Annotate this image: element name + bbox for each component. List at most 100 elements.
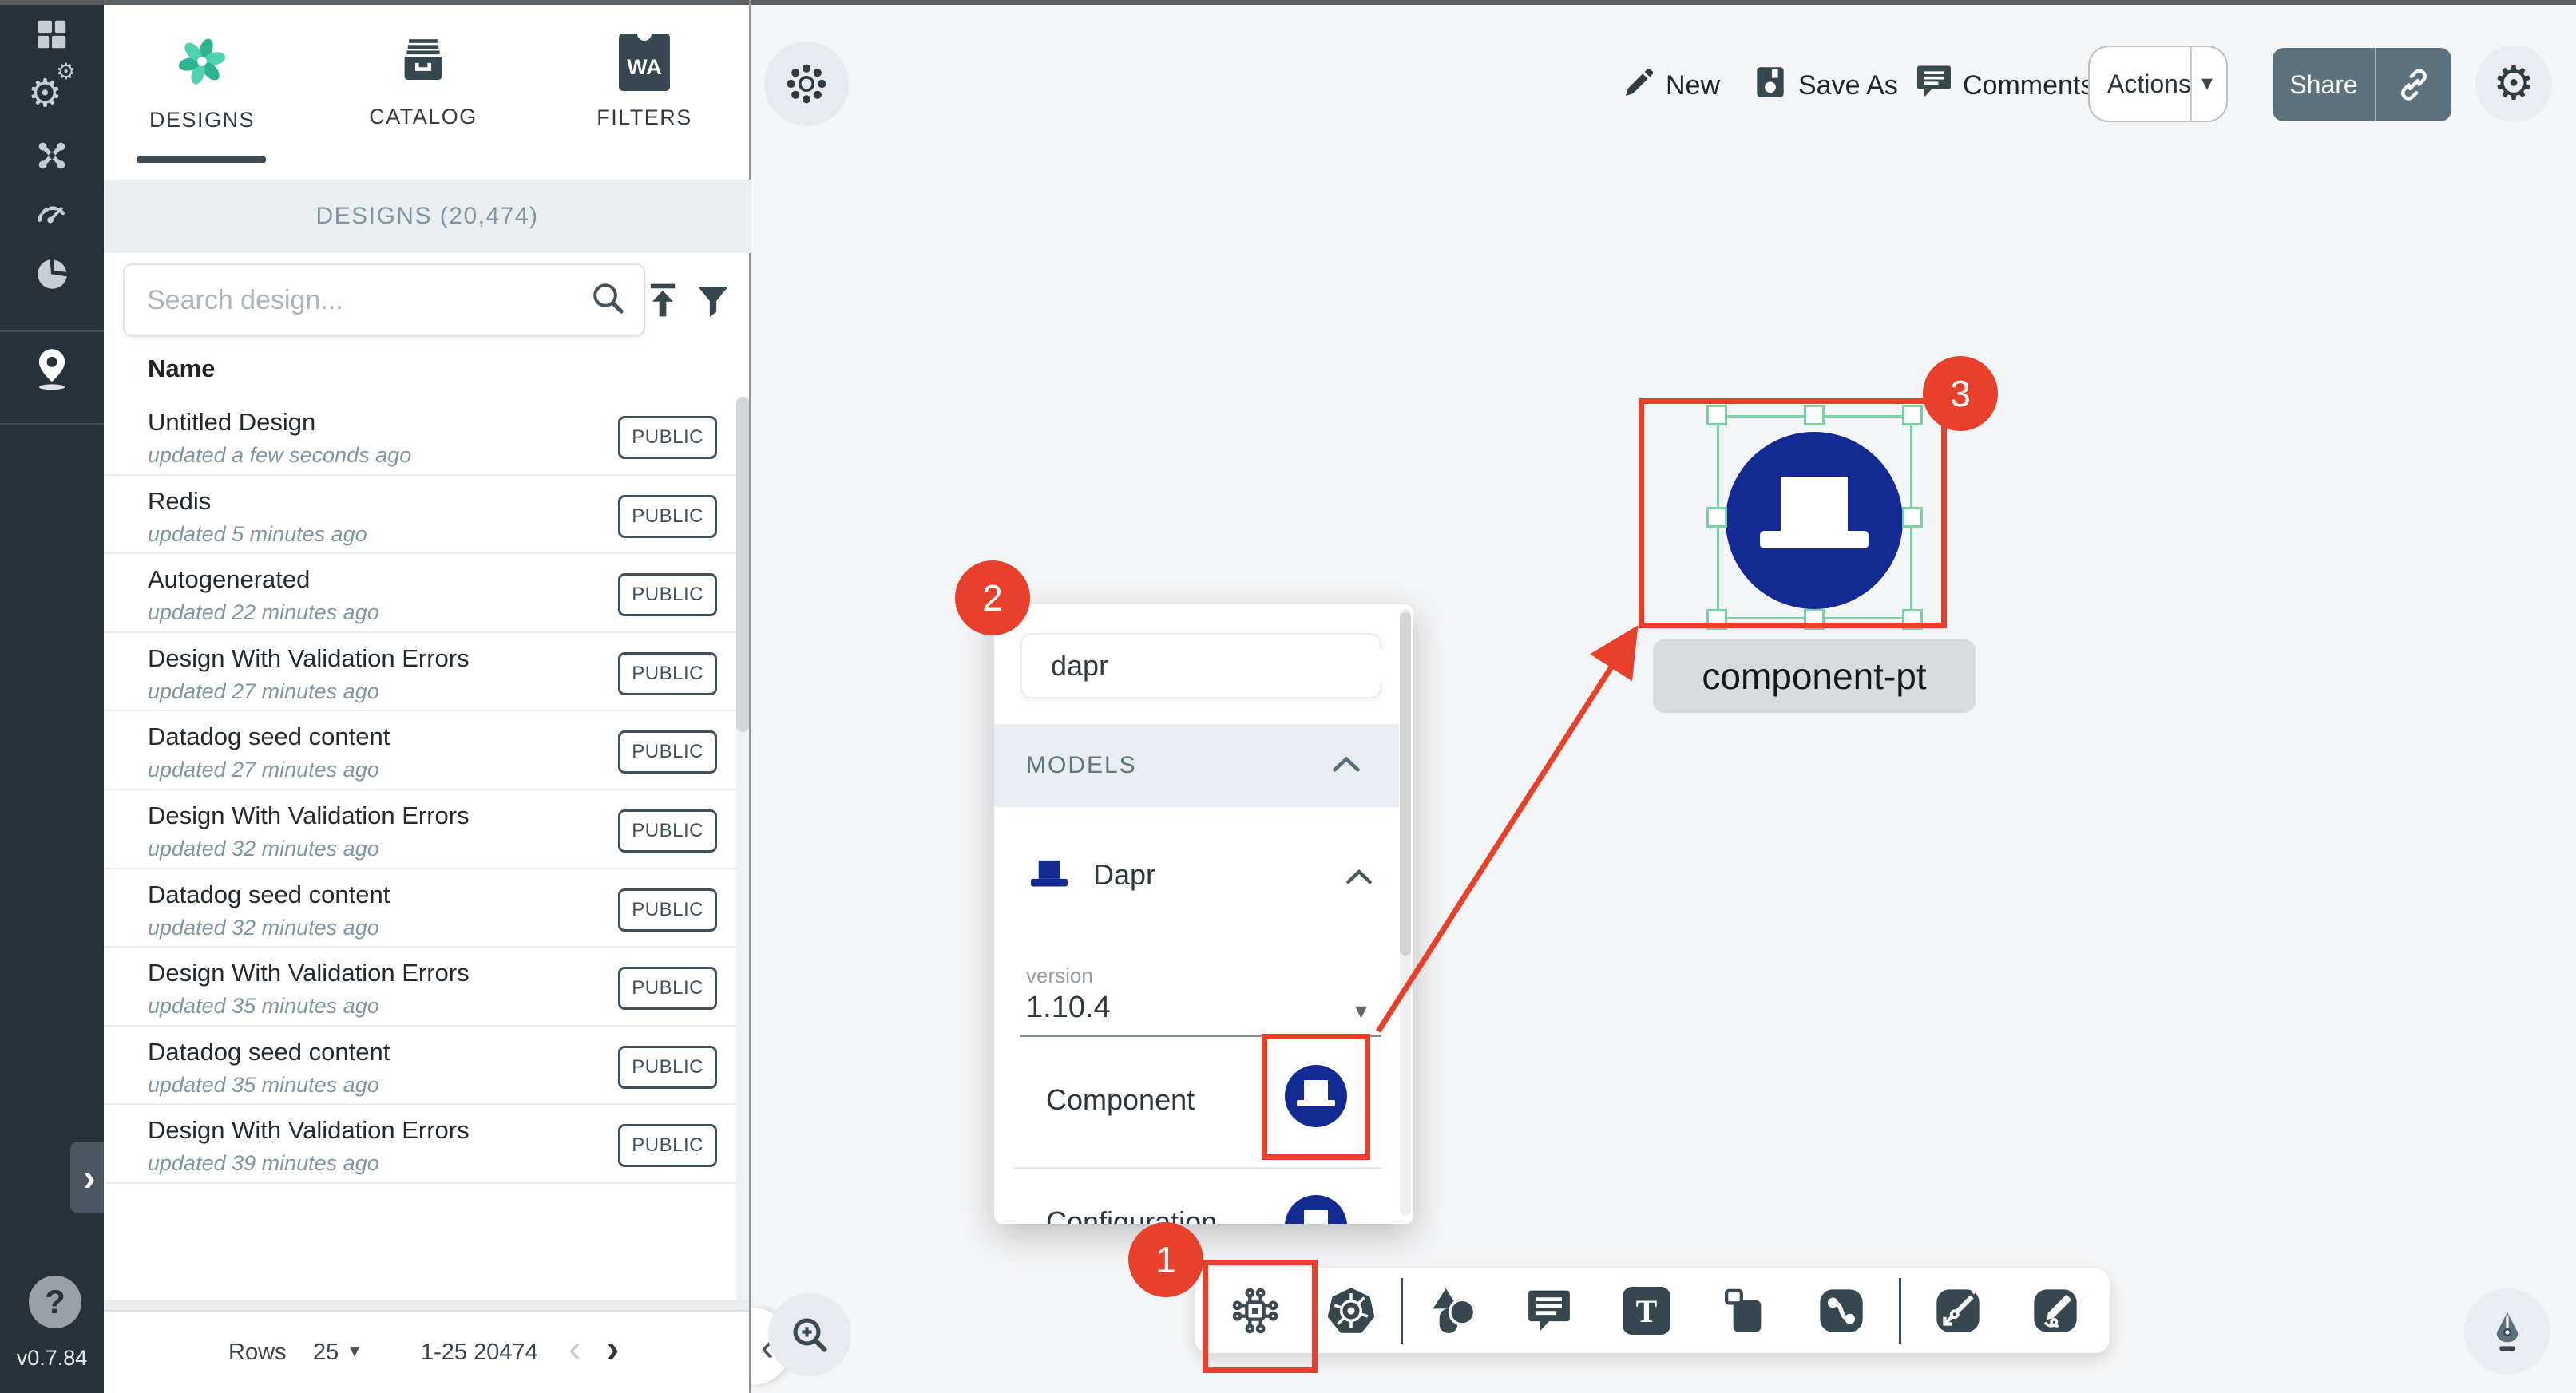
configuration-item-row[interactable]: Configuration bbox=[994, 1167, 1399, 1224]
search-icon[interactable] bbox=[589, 279, 628, 322]
shapes-tool-icon[interactable] bbox=[1428, 1285, 1479, 1336]
toolbar-divider bbox=[1899, 1278, 1901, 1344]
toolbox-icon[interactable] bbox=[0, 137, 104, 174]
models-section-label: MODELS bbox=[1026, 752, 1137, 779]
rows-per-page-caret-icon[interactable]: ▾ bbox=[350, 1340, 359, 1363]
designs-count-header: DESIGNS (20,474) bbox=[104, 180, 751, 253]
help-icon: ? bbox=[45, 1283, 65, 1321]
design-list-item[interactable]: Autogenerated updated 22 minutes ago PUB… bbox=[104, 554, 738, 633]
list-scrollbar-thumb[interactable] bbox=[736, 397, 749, 732]
text-tool-icon[interactable]: T bbox=[1621, 1285, 1672, 1336]
model-row-dapr[interactable]: Dapr bbox=[1026, 857, 1155, 893]
new-icon[interactable] bbox=[1619, 64, 1658, 106]
annotation-box-toolbar bbox=[1203, 1260, 1318, 1373]
column-header-name: Name bbox=[148, 354, 215, 383]
app-version: v0.7.84 bbox=[0, 1346, 104, 1371]
save-as-button[interactable]: Save As bbox=[1798, 70, 1898, 101]
design-list-item[interactable]: Datadog seed content updated 32 minutes … bbox=[104, 869, 738, 948]
configuration-item-label: Configuration bbox=[1046, 1205, 1217, 1224]
design-list-item[interactable]: Datadog seed content updated 35 minutes … bbox=[104, 1027, 738, 1106]
upload-design-icon[interactable] bbox=[642, 279, 684, 325]
draw-edge-tool-icon[interactable] bbox=[1932, 1285, 1984, 1336]
visibility-badge: PUBLIC bbox=[618, 1046, 717, 1089]
rows-per-page-value[interactable]: 25 bbox=[313, 1340, 339, 1366]
new-button[interactable]: New bbox=[1666, 70, 1720, 101]
tab-designs[interactable]: DESIGNS bbox=[122, 34, 282, 133]
models-section-header[interactable]: MODELS bbox=[994, 724, 1399, 807]
actions-button[interactable]: Actions ▾ bbox=[2088, 46, 2228, 122]
freehand-draw-tool-icon[interactable] bbox=[2030, 1285, 2081, 1336]
tab-catalog[interactable]: CATALOG bbox=[343, 34, 503, 129]
design-list-item[interactable]: Untitled Design updated a few seconds ag… bbox=[104, 397, 738, 476]
note-tool-icon[interactable] bbox=[1718, 1285, 1770, 1336]
dapr-model-icon bbox=[1026, 857, 1072, 893]
rows-per-page-label: Rows bbox=[228, 1340, 287, 1366]
design-list-item[interactable]: Datadog seed content updated 27 minutes … bbox=[104, 711, 738, 790]
save-as-icon[interactable] bbox=[1750, 62, 1790, 106]
dapr-configuration-icon[interactable] bbox=[1285, 1195, 1347, 1224]
modal-search-box[interactable]: ✕ bbox=[1020, 633, 1381, 698]
design-search-box[interactable] bbox=[123, 263, 645, 337]
gear-icon: ⚙ bbox=[2493, 61, 2534, 107]
app-rail: ⚙⚙ › ? v0.7.84 bbox=[0, 5, 104, 1393]
design-list-item[interactable]: Design With Validation Errors updated 32… bbox=[104, 790, 738, 869]
design-list-item[interactable]: Design With Validation Errors updated 27… bbox=[104, 633, 738, 712]
kubernetes-tool-icon[interactable] bbox=[1326, 1285, 1377, 1336]
previous-page-icon[interactable]: ‹ bbox=[569, 1327, 581, 1370]
designs-list: Untitled Design updated a few seconds ag… bbox=[104, 397, 738, 1184]
kanvas-dots-button[interactable] bbox=[764, 42, 849, 126]
performance-gauge-icon[interactable] bbox=[0, 195, 104, 232]
comments-icon[interactable] bbox=[1913, 61, 1955, 106]
actions-label: Actions bbox=[2107, 69, 2191, 99]
design-list-item[interactable]: Redis updated 5 minutes ago PUBLIC bbox=[104, 476, 738, 555]
share-label: Share bbox=[2273, 70, 2375, 100]
design-search-input[interactable] bbox=[147, 285, 589, 316]
tab-catalog-label: CATALOG bbox=[369, 105, 478, 129]
pen-nib-icon bbox=[2484, 1308, 2530, 1355]
toolbar-divider bbox=[1401, 1278, 1403, 1344]
pie-chart-icon[interactable] bbox=[0, 255, 104, 294]
annotation-arrow bbox=[1349, 599, 1685, 1078]
comment-tool-icon[interactable] bbox=[1524, 1285, 1575, 1336]
model-name: Dapr bbox=[1093, 858, 1155, 892]
design-list-item[interactable]: Design With Validation Errors updated 35… bbox=[104, 948, 738, 1027]
dashboard-icon[interactable] bbox=[0, 16, 104, 53]
share-button[interactable]: Share bbox=[2273, 48, 2451, 121]
panel-gap-strip bbox=[104, 1300, 749, 1310]
visibility-badge: PUBLIC bbox=[618, 1124, 717, 1167]
wasm-badge-icon: WA bbox=[619, 34, 670, 91]
tab-filters[interactable]: WA FILTERS bbox=[565, 34, 724, 130]
visibility-badge: PUBLIC bbox=[618, 416, 717, 459]
tab-designs-label: DESIGNS bbox=[149, 108, 255, 133]
version-field-label: version bbox=[1026, 964, 1093, 988]
actions-caret-icon[interactable]: ▾ bbox=[2201, 69, 2213, 96]
filter-funnel-icon[interactable] bbox=[693, 281, 733, 325]
meshery-swirl-icon bbox=[174, 34, 230, 93]
visibility-badge: PUBLIC bbox=[618, 888, 717, 932]
design-pen-button[interactable] bbox=[2464, 1288, 2550, 1375]
version-select-value[interactable]: 1.10.4 bbox=[1026, 991, 1111, 1025]
zoom-in-button[interactable] bbox=[768, 1293, 851, 1376]
annotation-step-1: 1 bbox=[1128, 1222, 1203, 1297]
catalog-archive-icon bbox=[397, 34, 450, 90]
sidebar-expand-handle[interactable]: › bbox=[70, 1142, 109, 1213]
relationship-tool-icon[interactable] bbox=[1816, 1285, 1867, 1336]
help-button[interactable]: ? bbox=[29, 1276, 81, 1328]
node-label[interactable]: component-pt bbox=[1653, 639, 1976, 713]
copy-link-icon[interactable] bbox=[2376, 66, 2451, 103]
wa-label: WA bbox=[627, 55, 662, 80]
design-list-item[interactable]: Design With Validation Errors updated 39… bbox=[104, 1105, 738, 1184]
comments-button[interactable]: Comments bbox=[1963, 70, 2094, 101]
annotation-step-3: 3 bbox=[1923, 356, 1998, 431]
next-page-icon[interactable]: › bbox=[607, 1327, 619, 1370]
active-tab-underline bbox=[137, 156, 266, 163]
visibility-badge: PUBLIC bbox=[618, 573, 717, 616]
settings-button[interactable]: ⚙ bbox=[2475, 46, 2552, 122]
visibility-badge: PUBLIC bbox=[618, 730, 717, 774]
settings-gears-icon[interactable]: ⚙⚙ bbox=[0, 75, 104, 113]
dot-cluster-icon bbox=[783, 61, 830, 107]
annotation-step-2: 2 bbox=[955, 560, 1030, 635]
component-item-label: Component bbox=[1046, 1083, 1195, 1117]
location-pin-icon[interactable] bbox=[0, 346, 104, 391]
rail-divider bbox=[0, 330, 104, 332]
